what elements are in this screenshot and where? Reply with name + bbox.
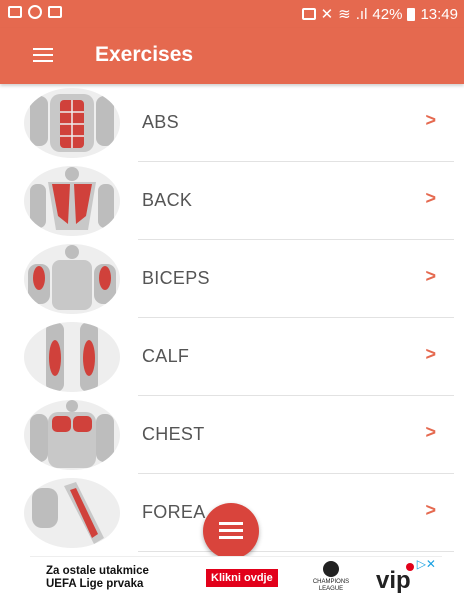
chevron-right-icon: > — [425, 266, 436, 286]
fab-icon-line — [219, 536, 243, 539]
exercise-list: ABS > BACK > BICEPS > CALF > CHEST > FOR… — [0, 84, 464, 552]
status-left-icons — [8, 5, 62, 19]
hamburger-menu-icon[interactable] — [33, 48, 53, 64]
biceps-muscle-icon — [24, 244, 120, 314]
status-right-icons: ✕ ≋ .ıl 42% 13:49 — [301, 5, 458, 23]
page-title: Exercises — [95, 43, 194, 66]
exercise-row-abs[interactable]: ABS > — [0, 84, 464, 162]
whatsapp-notification-icon — [28, 5, 42, 19]
screenshot-notification-icon — [48, 6, 62, 18]
forearm-muscle-icon — [24, 478, 120, 548]
vip-logo-dot — [406, 563, 414, 571]
ad-cta-button[interactable]: Klikni ovdje — [206, 569, 278, 587]
app-bar: Exercises — [0, 28, 464, 84]
menu-fab-button[interactable] — [203, 503, 259, 559]
chevron-right-icon: > — [425, 422, 436, 442]
vip-logo: vip — [376, 567, 411, 594]
chevron-right-icon: > — [425, 500, 436, 520]
mute-icon: ✕ — [320, 6, 334, 23]
exercise-label: FOREA — [142, 502, 206, 522]
chevron-right-icon: > — [425, 188, 436, 208]
ad-text-line2: UEFA Lige prvaka — [46, 578, 144, 590]
battery-percent: 42% — [372, 5, 403, 23]
exercise-row-chest[interactable]: CHEST > — [0, 396, 464, 474]
logo-text: CHAMPIONS LEAGUE — [312, 579, 350, 592]
ad-text: Za ostale utakmice UEFA Lige prvaka — [46, 565, 149, 591]
chevron-right-icon: > — [425, 344, 436, 364]
gallery-notification-icon — [8, 6, 22, 18]
exercise-label: ABS — [142, 112, 179, 132]
row-divider — [138, 551, 454, 552]
exercise-row-biceps[interactable]: BICEPS > — [0, 240, 464, 318]
status-bar: ✕ ≋ .ıl 42% 13:49 — [0, 0, 464, 28]
fab-icon-line — [219, 529, 243, 532]
wifi-icon: ≋ — [338, 6, 351, 23]
back-muscle-icon — [24, 166, 120, 236]
exercise-row-back[interactable]: BACK > — [0, 162, 464, 240]
hamburger-fab-icon — [219, 522, 243, 525]
battery-icon — [407, 7, 416, 21]
exercise-label: BICEPS — [142, 268, 210, 288]
champions-league-logo: CHAMPIONS LEAGUE — [311, 561, 351, 595]
adchoices-icon[interactable]: ▷✕ — [417, 557, 436, 571]
exercise-label: BACK — [142, 190, 193, 210]
exercise-label: CALF — [142, 346, 190, 366]
calf-muscle-icon — [24, 322, 120, 392]
alarm-icon — [301, 8, 316, 20]
chest-muscle-icon — [24, 400, 120, 470]
clock: 13:49 — [420, 5, 458, 23]
abs-muscle-icon — [24, 88, 120, 158]
starball-icon — [323, 561, 339, 577]
signal-icon: .ıl — [355, 5, 368, 23]
exercise-label: CHEST — [142, 424, 205, 444]
chevron-right-icon: > — [425, 110, 436, 130]
ad-banner[interactable]: Za ostale utakmice UEFA Lige prvaka Klik… — [30, 556, 442, 597]
exercise-row-calf[interactable]: CALF > — [0, 318, 464, 396]
ad-text-line1: Za ostale utakmice — [46, 565, 149, 577]
